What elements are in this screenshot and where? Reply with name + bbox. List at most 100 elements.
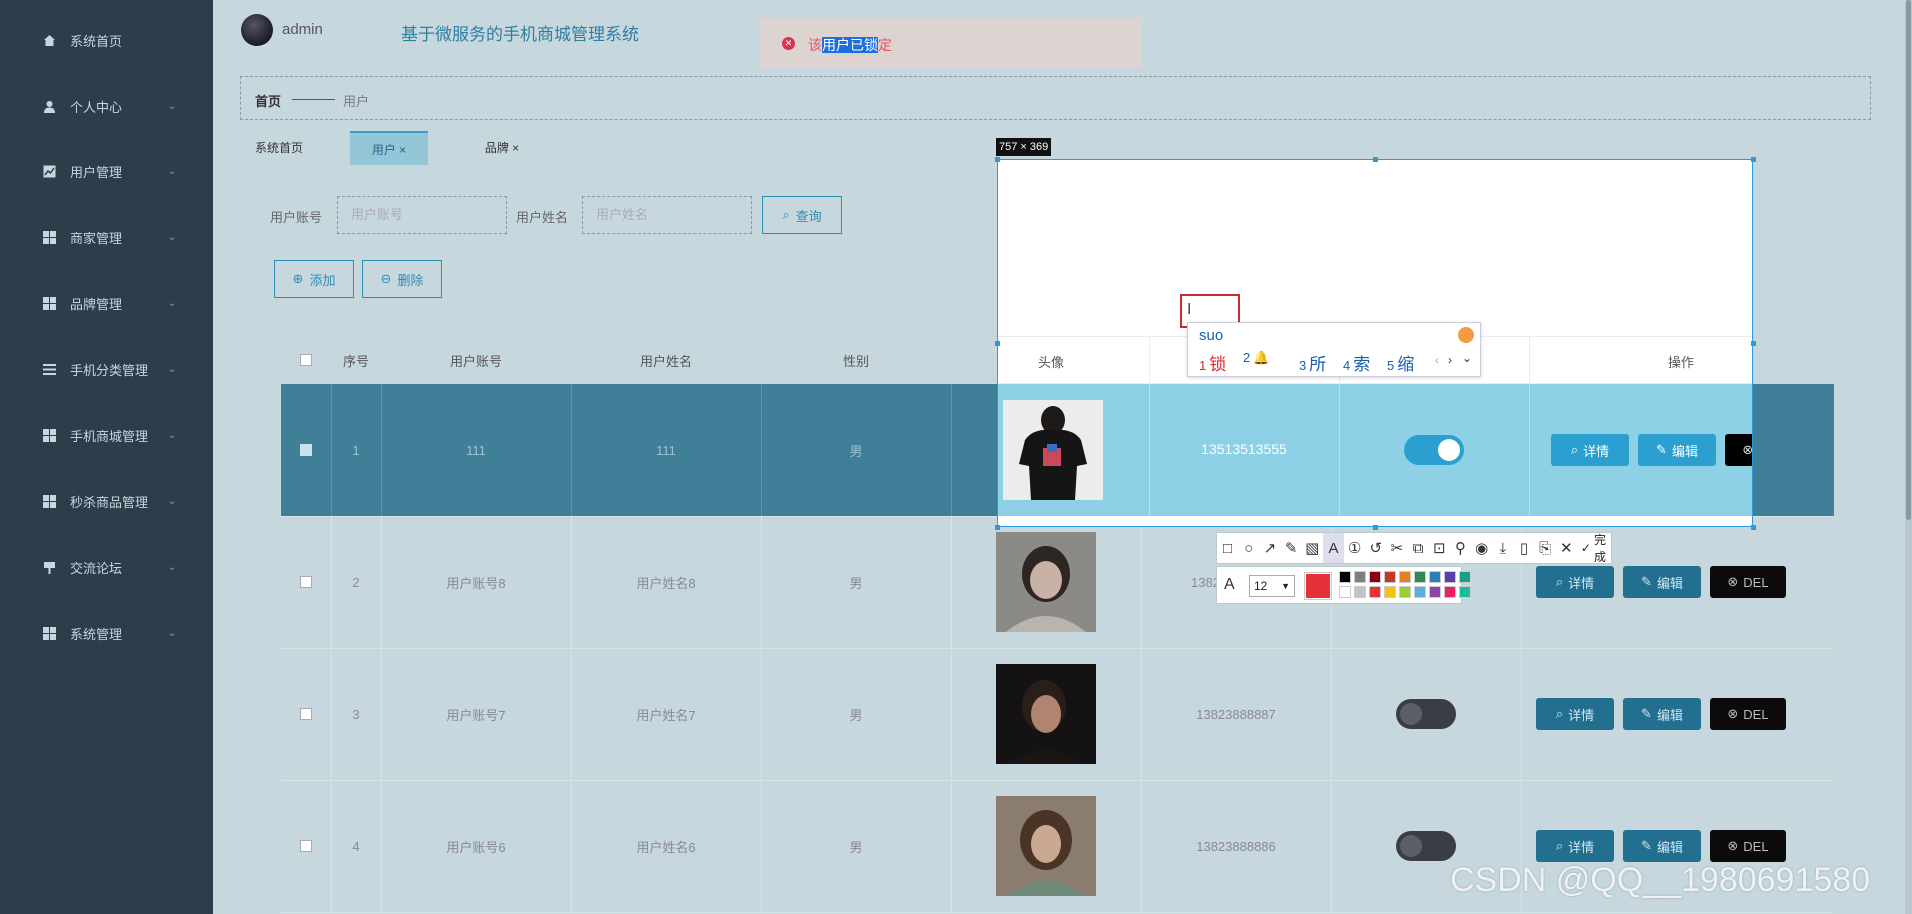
arrow-tool-icon[interactable]: ↗ xyxy=(1259,533,1280,563)
color-swatch[interactable] xyxy=(1399,586,1411,598)
name-input[interactable]: 用户姓名 xyxy=(582,196,752,234)
ime-candidate[interactable]: 5缩 xyxy=(1387,350,1414,375)
scissors-icon[interactable]: ✂ xyxy=(1386,533,1407,563)
pen-tool-icon[interactable]: ✎ xyxy=(1281,533,1302,563)
sidebar-item-phone-mall[interactable]: 手机商城管理 ⌄ xyxy=(0,415,213,455)
sidebar-item-home[interactable]: 系统首页 xyxy=(0,20,213,60)
sidebar-item-brands[interactable]: 品牌管理 ⌄ xyxy=(0,283,213,323)
tab-home[interactable]: 系统首页 xyxy=(240,131,318,163)
row-checkbox[interactable] xyxy=(300,576,312,588)
download-icon[interactable]: ⤓ xyxy=(1492,533,1513,563)
select-all-checkbox[interactable] xyxy=(300,354,312,366)
ime-expand-icon[interactable]: ⌄ xyxy=(1462,351,1472,365)
edit-button[interactable]: ✎ 编辑 xyxy=(1623,830,1701,862)
query-button[interactable]: ⌕ 查询 xyxy=(762,196,842,234)
record-icon[interactable]: ◉ xyxy=(1471,533,1492,563)
row-select-cell[interactable] xyxy=(281,780,331,912)
add-button[interactable]: ⊕ 添加 xyxy=(274,260,354,298)
ime-candidate[interactable]: 2 🔔 xyxy=(1243,350,1269,366)
detail-button[interactable]: ⌕ 详情 xyxy=(1536,830,1614,862)
color-swatch[interactable] xyxy=(1354,571,1366,583)
font-size-select[interactable]: 12 ▼ xyxy=(1249,575,1295,597)
ime-candidate-window[interactable]: suo 1锁 2 🔔 3所 4索 5缩 ‹ › ⌄ xyxy=(1187,322,1481,377)
resize-handle[interactable] xyxy=(1373,157,1378,162)
delete-button[interactable]: ⊖ 删除 xyxy=(362,260,442,298)
ocr-icon[interactable]: ⊡ xyxy=(1429,533,1450,563)
status-toggle[interactable] xyxy=(1404,435,1464,465)
bookmark-icon[interactable]: ⎘ xyxy=(1535,533,1556,563)
resize-handle[interactable] xyxy=(1751,157,1756,162)
color-swatch[interactable] xyxy=(1399,571,1411,583)
resize-handle[interactable] xyxy=(995,525,1000,530)
color-swatch[interactable] xyxy=(1429,586,1441,598)
resize-handle[interactable] xyxy=(995,341,1000,346)
row-checkbox[interactable] xyxy=(300,444,312,456)
color-swatch[interactable] xyxy=(1354,586,1366,598)
sidebar-item-phone-categories[interactable]: 手机分类管理 ⌄ xyxy=(0,349,213,389)
ime-candidate[interactable]: 3所 xyxy=(1299,350,1326,375)
undo-icon[interactable]: ↺ xyxy=(1365,533,1386,563)
close-icon[interactable]: ✕ xyxy=(1556,533,1577,563)
color-swatch[interactable] xyxy=(1444,586,1456,598)
resize-handle[interactable] xyxy=(1373,525,1378,530)
sidebar-item-merchants[interactable]: 商家管理 ⌄ xyxy=(0,217,213,257)
username[interactable]: admin xyxy=(282,21,323,38)
table-row[interactable]: 3 用户账号7 用户姓名7 男 13823888887 ⌕ 详情 ✎ 编辑 ⊗ DEL xyxy=(281,648,1834,781)
sidebar-item-forum[interactable]: 交流论坛 ⌄ xyxy=(0,547,213,587)
del-button[interactable]: ⊗DEL xyxy=(1710,698,1786,730)
color-swatch[interactable] xyxy=(1369,586,1381,598)
select-all-cell[interactable] xyxy=(281,336,331,384)
ime-candidate[interactable]: 4索 xyxy=(1343,350,1370,375)
detail-button[interactable]: ⌕ 详情 xyxy=(1536,566,1614,598)
sidebar-item-users[interactable]: 用户管理 ⌄ xyxy=(0,151,213,191)
row-select-cell[interactable] xyxy=(281,516,331,648)
color-swatch[interactable] xyxy=(1339,586,1351,598)
status-toggle[interactable] xyxy=(1396,699,1456,729)
mosaic-tool-icon[interactable]: ▧ xyxy=(1302,533,1323,563)
done-button[interactable]: ✓ 完成 xyxy=(1577,531,1611,565)
color-swatch[interactable] xyxy=(1384,586,1396,598)
edit-button[interactable]: ✎ 编辑 xyxy=(1623,698,1701,730)
account-input[interactable]: 用户账号 xyxy=(337,196,507,234)
current-color[interactable] xyxy=(1304,572,1332,600)
resize-handle[interactable] xyxy=(995,157,1000,162)
resize-handle[interactable] xyxy=(1751,525,1756,530)
ime-prev-icon[interactable]: ‹ xyxy=(1435,353,1439,367)
color-swatch[interactable] xyxy=(1414,571,1426,583)
ime-next-icon[interactable]: › xyxy=(1448,353,1452,367)
row-select-cell[interactable] xyxy=(281,648,331,780)
del-button[interactable]: ⊗DEL xyxy=(1710,566,1786,598)
breadcrumb-home[interactable]: 首页 xyxy=(255,91,281,110)
translate-icon[interactable]: ⧉ xyxy=(1408,533,1429,563)
edit-button[interactable]: ✎ 编辑 xyxy=(1623,566,1701,598)
color-swatch[interactable] xyxy=(1369,571,1381,583)
sidebar-item-flash-sale[interactable]: 秒杀商品管理 ⌄ xyxy=(0,481,213,521)
row-checkbox[interactable] xyxy=(300,840,312,852)
resize-handle[interactable] xyxy=(1751,341,1756,346)
pin-icon[interactable]: ⚲ xyxy=(1450,533,1471,563)
status-toggle[interactable] xyxy=(1396,831,1456,861)
color-swatch[interactable] xyxy=(1459,586,1471,598)
del-button[interactable]: ⊗DEL xyxy=(1710,830,1786,862)
avatar[interactable] xyxy=(241,14,273,46)
color-swatch[interactable] xyxy=(1459,571,1471,583)
tab-brand[interactable]: 品牌 × xyxy=(463,131,541,163)
edit-button[interactable]: ✎ 编辑 xyxy=(1638,434,1716,466)
color-swatch[interactable] xyxy=(1414,586,1426,598)
detail-button[interactable]: ⌕ 详情 xyxy=(1536,698,1614,730)
sidebar-item-system[interactable]: 系统管理 ⌄ xyxy=(0,613,213,653)
row-select-cell[interactable] xyxy=(281,384,331,516)
phone-icon[interactable]: ▯ xyxy=(1513,533,1534,563)
tab-user[interactable]: 用户 × xyxy=(350,131,428,165)
number-tool-icon[interactable]: ① xyxy=(1344,533,1365,563)
rectangle-tool-icon[interactable]: □ xyxy=(1217,533,1238,563)
text-tool-icon[interactable]: A xyxy=(1322,533,1345,563)
detail-button[interactable]: ⌕ 详情 xyxy=(1551,434,1629,466)
color-swatch[interactable] xyxy=(1429,571,1441,583)
del-button[interactable]: ⊗DEL xyxy=(1725,434,1752,466)
color-swatch[interactable] xyxy=(1384,571,1396,583)
scrollbar[interactable] xyxy=(1905,0,1912,914)
ellipse-tool-icon[interactable]: ○ xyxy=(1238,533,1259,563)
table-row-selected[interactable]: 13513513555 ⌕ 详情 ✎ 编辑 ⊗DEL xyxy=(998,384,1752,516)
sidebar-item-profile[interactable]: 个人中心 ⌄ xyxy=(0,86,213,126)
